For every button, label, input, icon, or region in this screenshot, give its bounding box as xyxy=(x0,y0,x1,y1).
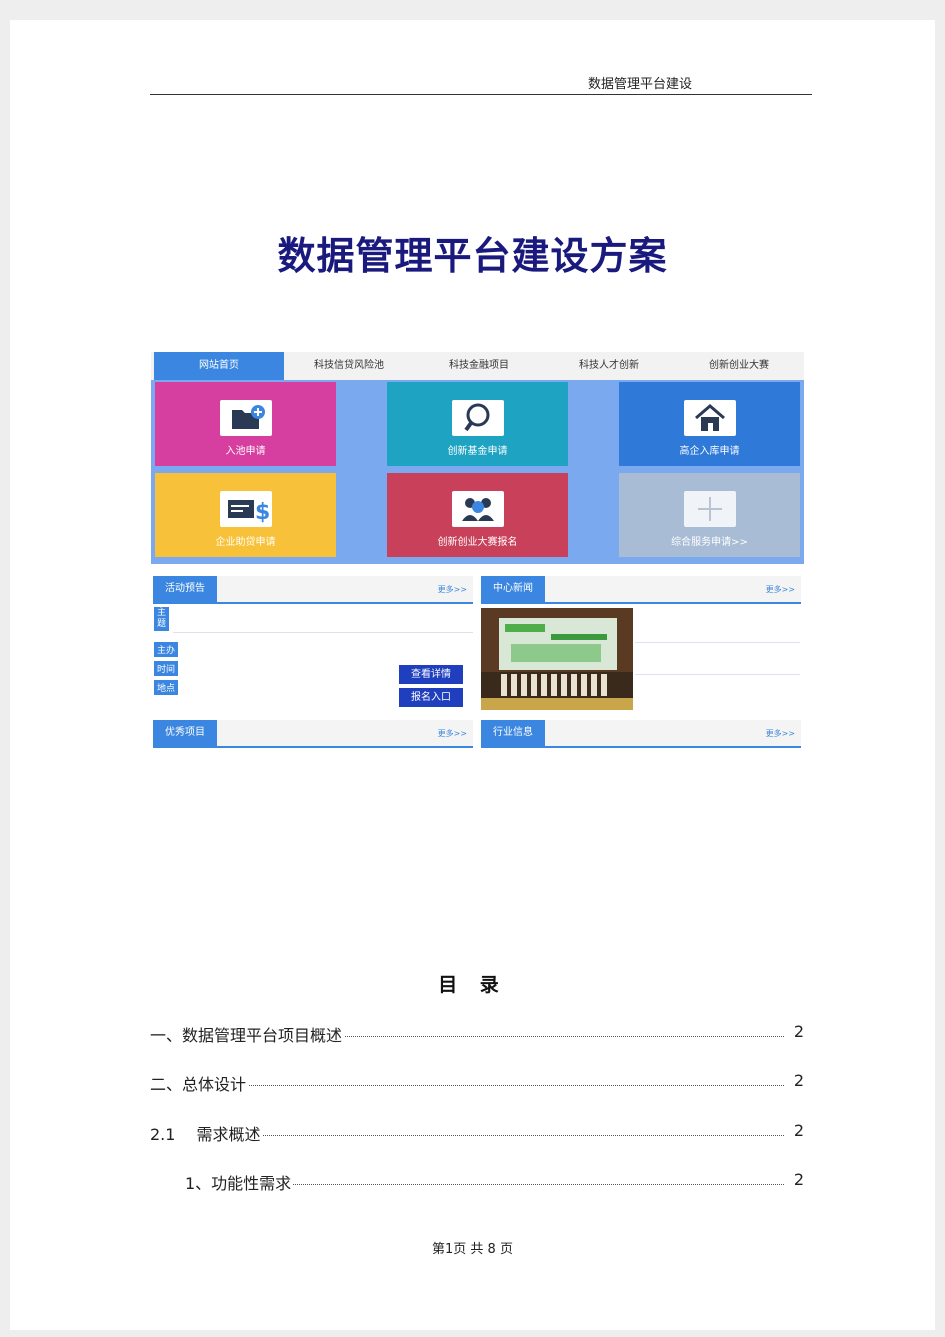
tab-finance-projects[interactable]: 科技金融项目 xyxy=(414,352,544,380)
activity-tab[interactable]: 活动预告 xyxy=(153,576,217,602)
divider xyxy=(635,674,800,675)
tab-home[interactable]: 网站首页 xyxy=(154,352,284,380)
projects-box-header: 优秀项目 更多>> xyxy=(153,720,473,748)
toc-entry-page: 2 xyxy=(789,1170,804,1189)
toc-entry[interactable]: 二、总体设计 2 xyxy=(150,1071,804,1095)
tile-pool-application[interactable]: 入池申请 xyxy=(155,382,336,466)
tile-general-services[interactable]: 综合服务申请>> xyxy=(619,473,800,557)
tag-organizer: 主办 xyxy=(154,642,179,657)
industry-more-link[interactable]: 更多>> xyxy=(766,728,795,739)
tag-topic: 主 题 xyxy=(154,607,170,631)
activity-more-link[interactable]: 更多>> xyxy=(438,584,467,595)
tile-hightech-registration[interactable]: 高企入库申请 xyxy=(619,382,800,466)
toc-entry-label: 二、总体设计 xyxy=(150,1071,249,1095)
tile-label: 企业助贷申请 xyxy=(215,537,276,548)
tab-talent-innovation[interactable]: 科技人才创新 xyxy=(544,352,674,380)
projects-tab[interactable]: 优秀项目 xyxy=(153,720,217,746)
toc-entry-page: 2 xyxy=(789,1022,804,1041)
toc-entry[interactable]: 2.1 需求概述 2 xyxy=(150,1121,804,1145)
running-header: 数据管理平台建设 xyxy=(588,77,693,92)
toc-entry-label: 1、功能性需求 xyxy=(185,1170,294,1194)
news-box-header: 中心新闻 更多>> xyxy=(481,576,801,604)
page-footer: 第1页 共 8 页 xyxy=(432,1242,513,1257)
tile-label: 高企入库申请 xyxy=(679,446,740,457)
tile-innovation-fund[interactable]: 创新基金申请 xyxy=(387,382,568,466)
toc-entry-label: 一、数据管理平台项目概述 xyxy=(150,1022,345,1046)
magnifier-icon xyxy=(452,400,504,436)
tab-credit-risk-pool[interactable]: 科技信贷风险池 xyxy=(284,352,414,380)
tile-label: 创新创业大赛报名 xyxy=(437,537,518,548)
plus-icon xyxy=(684,491,736,527)
service-tiles-panel: 入池申请 创新基金申请 高企入库申请 $ 企业助贷申请 创新创业大赛报名 综合服… xyxy=(151,380,804,564)
news-tab[interactable]: 中心新闻 xyxy=(481,576,545,602)
divider xyxy=(173,632,473,633)
document-title: 数据管理平台建设方案 xyxy=(277,233,668,278)
activity-box-header: 活动预告 更多>> xyxy=(153,576,473,604)
tag-location: 地点 xyxy=(154,680,179,695)
projects-more-link[interactable]: 更多>> xyxy=(438,728,467,739)
toc-entry[interactable]: 1、功能性需求 2 xyxy=(185,1170,804,1194)
industry-tab[interactable]: 行业信息 xyxy=(481,720,545,746)
toc-entry-page: 2 xyxy=(789,1121,804,1140)
platform-screenshot: 网站首页 科技信贷风险池 科技金融项目 科技人才创新 创新创业大赛 入池申请 创… xyxy=(151,352,804,750)
tile-label: 综合服务申请>> xyxy=(671,537,748,548)
toc-title: 目 录 xyxy=(438,974,507,996)
toc-entry-label: 2.1 需求概述 xyxy=(150,1121,263,1145)
svg-text:$: $ xyxy=(255,500,270,525)
house-icon xyxy=(684,400,736,436)
tab-startup-contest[interactable]: 创新创业大赛 xyxy=(674,352,804,380)
toc-entry[interactable]: 一、数据管理平台项目概述 2 xyxy=(150,1022,804,1046)
industry-box-header: 行业信息 更多>> xyxy=(481,720,801,748)
document-page: 数据管理平台建设 数据管理平台建设方案 网站首页 科技信贷风险池 科技金融项目 … xyxy=(10,20,935,1330)
register-button[interactable]: 报名入口 xyxy=(399,688,463,707)
divider xyxy=(635,642,800,643)
tile-contest-signup[interactable]: 创新创业大赛报名 xyxy=(387,473,568,557)
news-more-link[interactable]: 更多>> xyxy=(766,584,795,595)
tile-label: 入池申请 xyxy=(225,446,266,457)
news-photo[interactable] xyxy=(481,608,633,710)
people-group-icon xyxy=(452,491,504,527)
tile-label: 创新基金申请 xyxy=(447,446,508,457)
tile-loan-assistance[interactable]: $ 企业助贷申请 xyxy=(155,473,336,557)
tag-time: 时间 xyxy=(154,661,179,676)
dollar-card-icon: $ xyxy=(220,491,272,527)
nav-bar: 网站首页 科技信贷风险池 科技金融项目 科技人才创新 创新创业大赛 xyxy=(151,352,804,380)
header-rule xyxy=(150,94,812,95)
folder-plus-icon xyxy=(220,400,272,436)
toc-entry-page: 2 xyxy=(789,1071,804,1090)
view-details-button[interactable]: 查看详情 xyxy=(399,665,463,684)
